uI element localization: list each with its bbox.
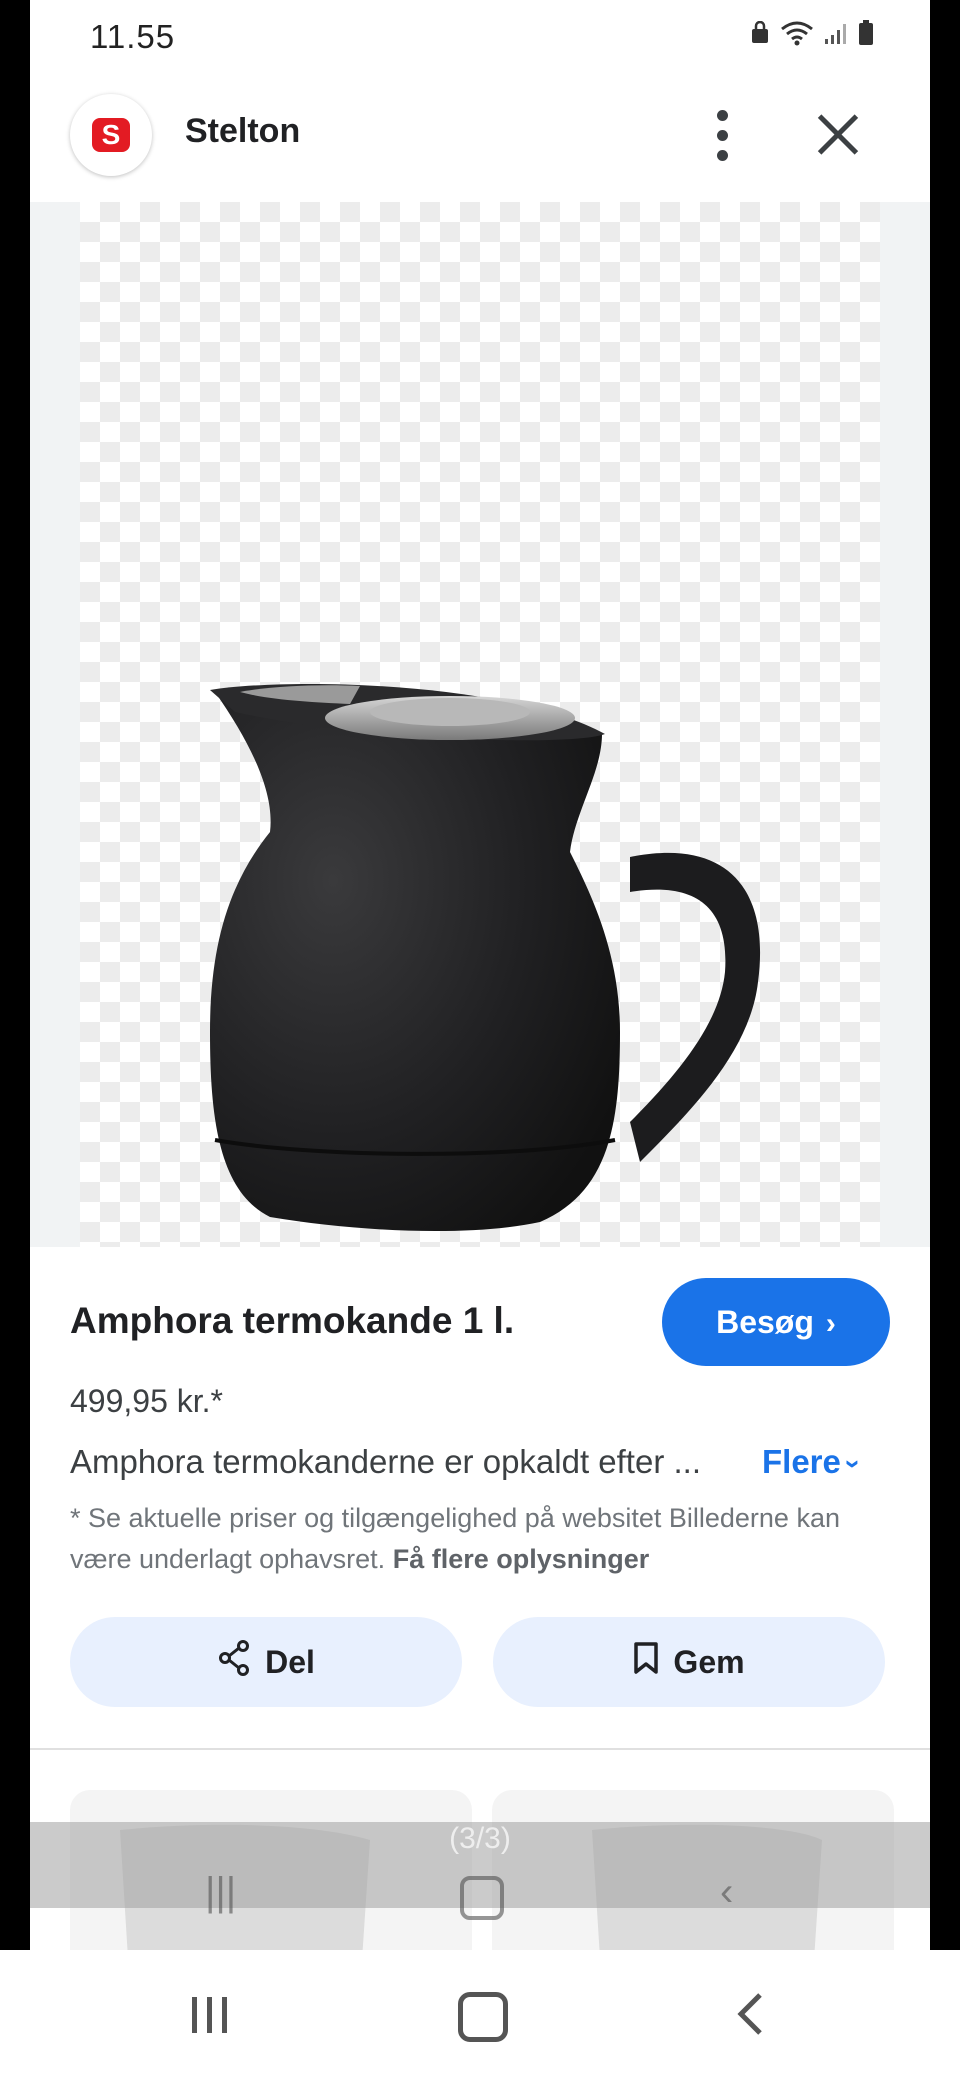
product-image-area[interactable]: [30, 202, 930, 1247]
product-description: Amphora termokanderne er opkaldt efter .…: [70, 1443, 701, 1480]
bookmark-icon: [633, 1641, 659, 1683]
lock-icon: [750, 20, 770, 50]
product-image: [210, 683, 761, 1232]
header: S Stelton: [30, 88, 930, 184]
site-name[interactable]: Stelton: [185, 112, 300, 151]
signal-icon: [824, 21, 848, 50]
visit-label: Besøg: [716, 1304, 814, 1340]
more-label: Flere: [762, 1443, 841, 1480]
chevron-down-icon: ›: [838, 1459, 870, 1469]
chevron-right-icon: ›: [825, 1307, 836, 1340]
product-title: Amphora termokande 1 l.: [70, 1300, 515, 1341]
site-logo[interactable]: S: [70, 94, 152, 176]
battery-icon: [858, 20, 874, 51]
logo-letter: S: [92, 118, 130, 152]
save-button[interactable]: Gem: [493, 1617, 885, 1707]
product-price: 499,95 kr.*: [70, 1383, 223, 1419]
more-button[interactable]: Flere›: [762, 1443, 870, 1481]
nav-back-icon[interactable]: [736, 1992, 764, 2041]
gallery-counter: (3/3): [449, 1822, 511, 1855]
status-time: 11.55: [90, 18, 176, 55]
share-button[interactable]: Del: [70, 1617, 462, 1707]
divider: [30, 1748, 930, 1750]
more-vert-icon[interactable]: [698, 100, 748, 170]
overlay-home-icon: [460, 1876, 504, 1920]
visit-button[interactable]: Besøg ›: [662, 1278, 890, 1366]
share-icon: [217, 1640, 251, 1684]
more-info-link[interactable]: Få flere oplysninger: [393, 1544, 650, 1574]
disclaimer: * Se aktuelle priser og tilgængelighed p…: [70, 1498, 900, 1580]
status-icons: [750, 20, 874, 51]
system-nav-bar: [0, 1950, 960, 2080]
nav-recent-icon[interactable]: [190, 1995, 230, 2040]
close-icon[interactable]: [810, 106, 866, 162]
status-bar: 11.55: [30, 0, 930, 72]
save-label: Gem: [673, 1643, 745, 1680]
share-label: Del: [265, 1643, 315, 1680]
screen: 11.55 S Stelton Amphora termokande 1 l. …: [30, 0, 930, 1950]
wifi-icon: [780, 20, 814, 51]
overlay-recent-icon: |||: [205, 1870, 237, 1914]
overlay-back-icon: ‹: [720, 1870, 734, 1914]
nav-home-icon[interactable]: [458, 1992, 508, 2042]
